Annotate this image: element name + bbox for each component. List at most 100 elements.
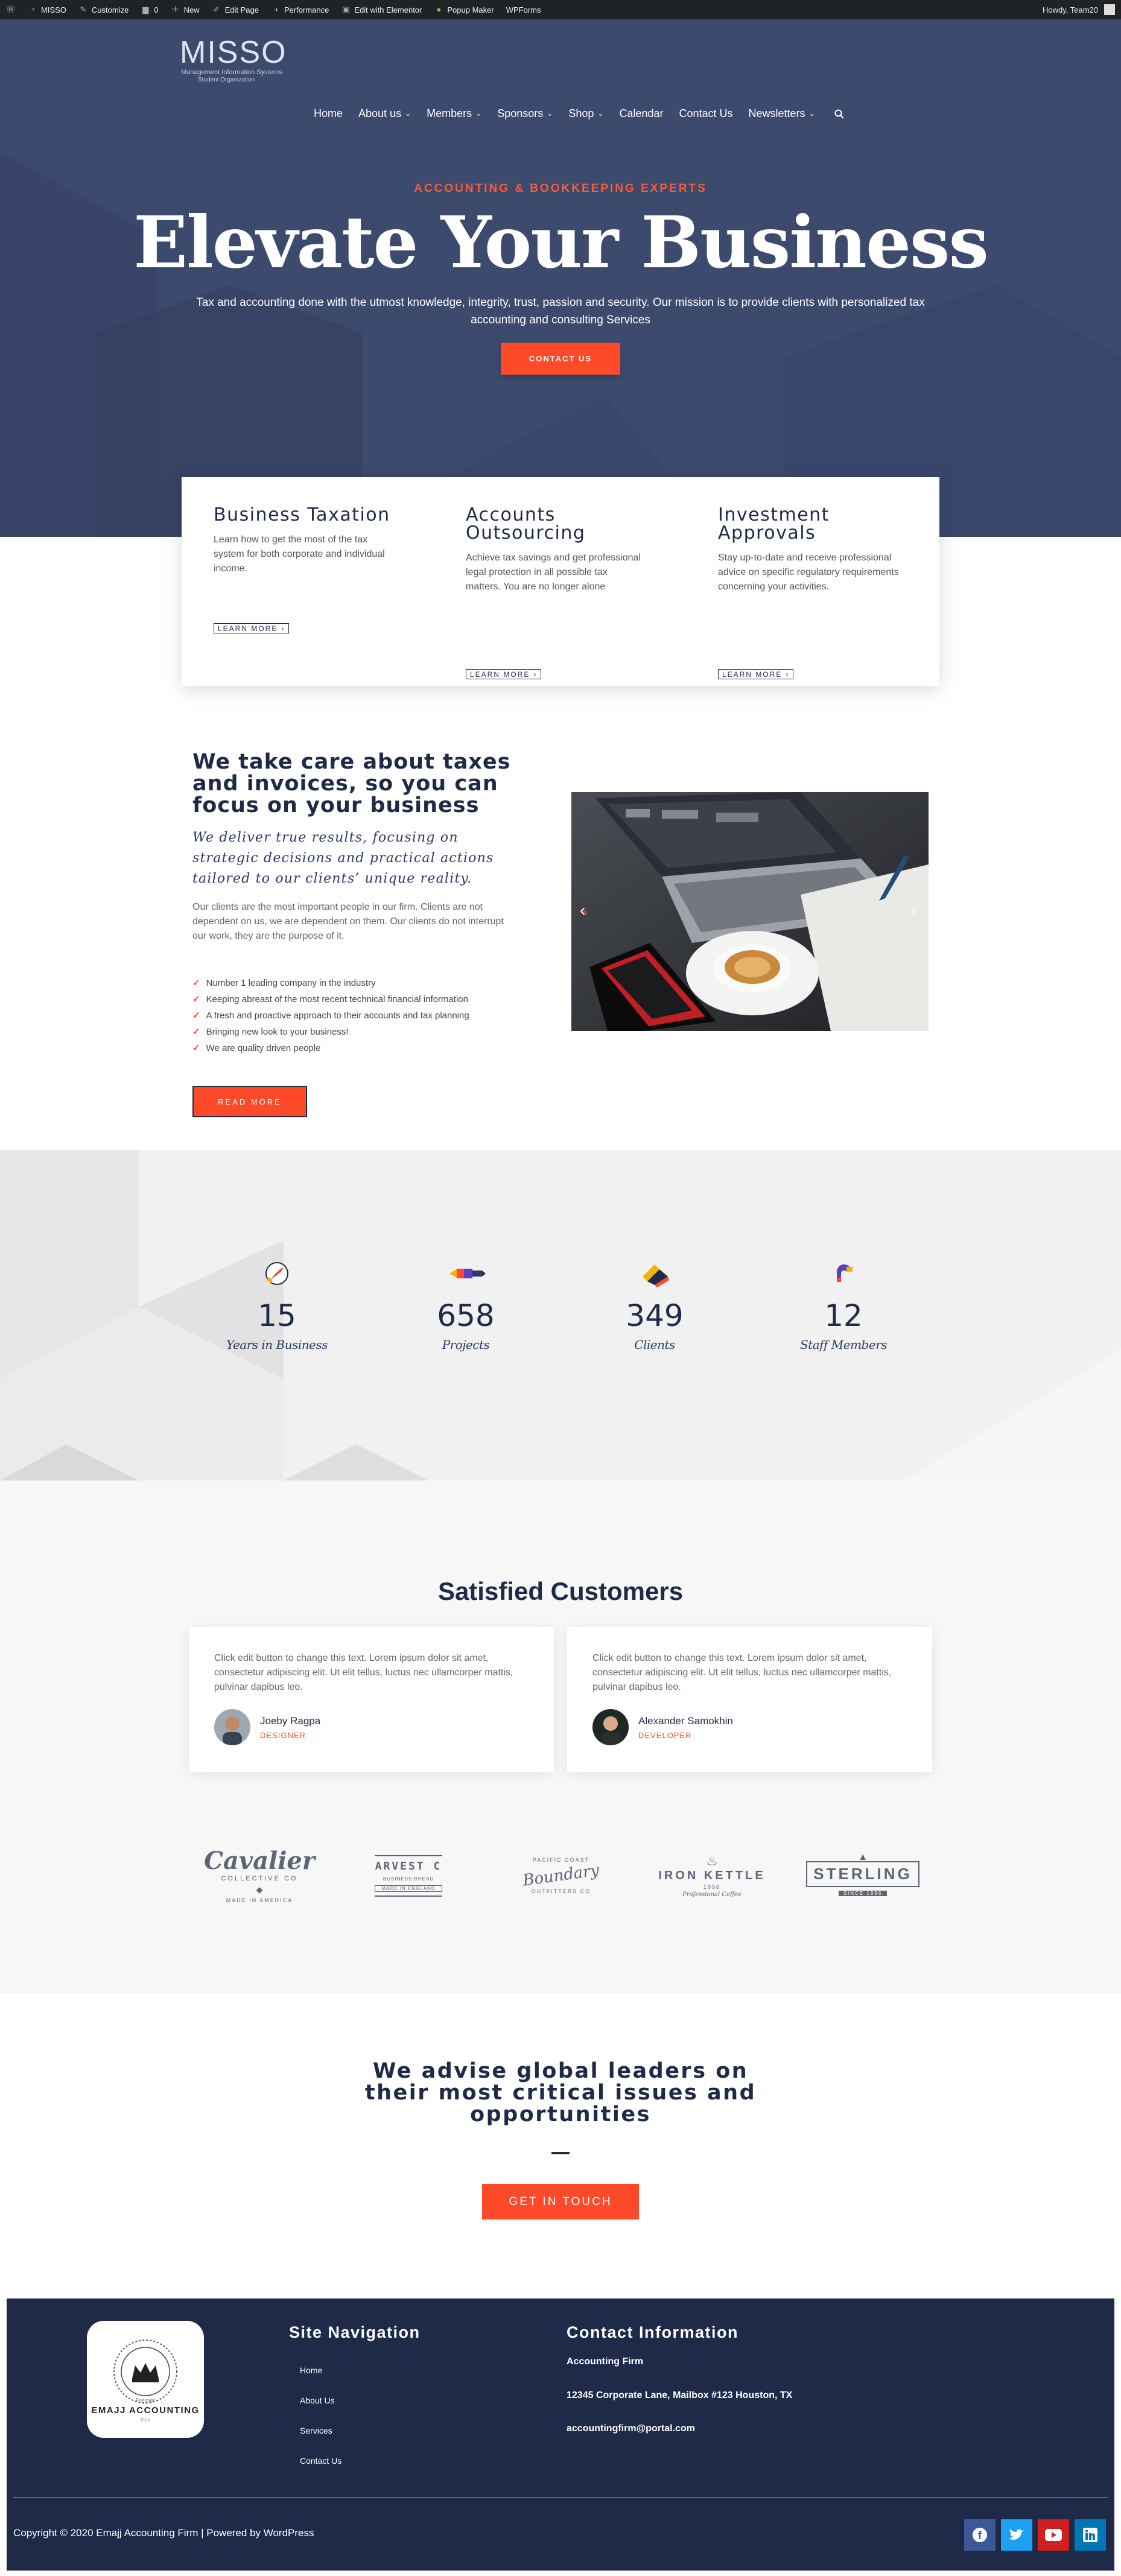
linkedin-icon bbox=[1083, 2528, 1097, 2542]
contact-us-button[interactable]: CONTACT US bbox=[501, 343, 620, 375]
site-footer: Premier EMAJJ ACCOUNTING Firm Site Navig… bbox=[7, 2298, 1114, 2571]
learn-more-link[interactable]: LEARN MORE › bbox=[718, 669, 794, 679]
testimonial-role: DESIGNER bbox=[260, 1731, 306, 1740]
copyright-text: Copyright © 2020 Emajj Accounting Firm |… bbox=[13, 2527, 314, 2539]
youtube-button[interactable] bbox=[1038, 2519, 1069, 2551]
check-icon: ✓ bbox=[192, 994, 200, 1004]
linkedin-button[interactable] bbox=[1075, 2519, 1106, 2551]
footer-link-contact[interactable]: Contact Us bbox=[300, 2456, 341, 2466]
compass-icon bbox=[265, 1262, 288, 1285]
nav-sponsors[interactable]: Sponsors ⌄ bbox=[497, 107, 553, 120]
nav-about-us[interactable]: About us ⌄ bbox=[358, 107, 411, 120]
carousel-prev-arrow[interactable]: ‹ bbox=[580, 901, 585, 920]
testimonial-name: Joeby Ragpa bbox=[260, 1715, 321, 1727]
wpforms-link[interactable]: WPForms bbox=[500, 0, 547, 19]
my-account-link[interactable]: Howdy, Team20 bbox=[1037, 0, 1121, 19]
elementor-icon: ▣ bbox=[342, 5, 350, 14]
contact-address: 12345 Corporate Lane, Mailbox #123 Houst… bbox=[567, 2390, 793, 2400]
youtube-icon bbox=[1045, 2529, 1062, 2541]
avatar bbox=[214, 1709, 250, 1745]
nav-calendar[interactable]: Calendar bbox=[619, 107, 663, 120]
search-icon bbox=[834, 109, 844, 119]
testimonial-text: Click edit button to change this text. L… bbox=[214, 1653, 513, 1692]
new-content-link[interactable]: ＋ New bbox=[165, 0, 206, 19]
stat-number: 349 bbox=[626, 1298, 684, 1333]
nav-newsletters[interactable]: Newsletters ⌄ bbox=[749, 107, 815, 120]
testimonial-card: Click edit button to change this text. L… bbox=[567, 1627, 932, 1772]
elementor-link[interactable]: ▣ Edit with Elementor bbox=[335, 0, 428, 19]
divider bbox=[551, 2152, 570, 2154]
contact-company: Accounting Firm bbox=[567, 2356, 644, 2367]
learn-more-link[interactable]: LEARN MORE › bbox=[214, 623, 290, 633]
twitter-icon bbox=[1009, 2529, 1024, 2540]
cta-heading: We advise global leaders on their most c… bbox=[364, 2059, 757, 2127]
nav-home[interactable]: Home bbox=[314, 107, 343, 120]
nav-members[interactable]: Members ⌄ bbox=[427, 107, 481, 120]
site-logo[interactable]: MISSO Management Information Systems Stu… bbox=[180, 36, 287, 84]
facebook-button[interactable]: f bbox=[964, 2519, 996, 2551]
footer-link-services[interactable]: Services bbox=[300, 2426, 332, 2435]
site-name-link[interactable]: ◔ MISSO bbox=[22, 0, 72, 19]
chevron-down-icon: ⌄ bbox=[405, 109, 411, 118]
stat-projects: 658 Projects bbox=[405, 1258, 526, 1352]
stat-number: 658 bbox=[437, 1298, 495, 1333]
stat-number: 15 bbox=[258, 1298, 296, 1333]
testimonials-section: Satisfied Customers Click edit button to… bbox=[0, 1480, 1121, 1993]
read-more-button[interactable]: READ MORE bbox=[192, 1086, 307, 1117]
image-carousel: ‹ › bbox=[571, 792, 929, 1031]
brand-logo-harvest: ARVEST C BUSINESS BREAD MADE IN ENGLAND bbox=[369, 1836, 448, 1915]
brush-icon: ✎ bbox=[80, 5, 87, 14]
stat-years: 15 Years in Business bbox=[217, 1258, 337, 1352]
check-icon: ✓ bbox=[192, 1043, 200, 1053]
footer-link-about[interactable]: About Us bbox=[300, 2396, 335, 2405]
pencil-icon: ✐ bbox=[213, 5, 220, 14]
popup-icon: ● bbox=[436, 5, 442, 14]
chevron-down-icon: ⌄ bbox=[475, 109, 482, 118]
brand-logo-iron-kettle: ♨ IRON KETTLE 1996 Professional Coffee bbox=[658, 1853, 766, 1898]
get-in-touch-button[interactable]: GET IN TOUCH bbox=[482, 2184, 639, 2219]
service-text: Learn how to get the most of the tax sys… bbox=[214, 535, 385, 574]
mountain-icon: ▲ bbox=[858, 1851, 868, 1862]
chevron-down-icon: ⌄ bbox=[597, 109, 604, 118]
twitter-button[interactable] bbox=[1001, 2519, 1032, 2551]
list-item: ✓ Number 1 leading company in the industr… bbox=[192, 975, 469, 991]
testimonial-name: Alexander Samokhin bbox=[638, 1715, 733, 1727]
customize-link[interactable]: ✎ Customize bbox=[72, 0, 135, 19]
hero-section: MISSO Management Information Systems Stu… bbox=[0, 19, 1121, 537]
comments-link[interactable]: ▆ 0 bbox=[135, 0, 164, 19]
stat-staff: 12 Staff Members bbox=[783, 1258, 904, 1352]
check-icon: ✓ bbox=[192, 978, 200, 988]
contact-email[interactable]: accountingfirm@portal.com bbox=[567, 2423, 695, 2434]
service-title: Investment Approvals bbox=[718, 504, 830, 544]
footer-link-home[interactable]: Home bbox=[300, 2365, 322, 2375]
service-text: Achieve tax savings and get professional… bbox=[466, 553, 641, 592]
nav-contact-us[interactable]: Contact Us bbox=[679, 107, 732, 120]
feature-list: ✓ Number 1 leading company in the industr… bbox=[192, 975, 469, 1056]
wordpress-menu[interactable]: Ⓦ bbox=[0, 0, 22, 19]
edit-page-link[interactable]: ✐ Edit Page bbox=[206, 0, 265, 19]
performance-link[interactable]: ◑ Performance bbox=[265, 0, 335, 19]
about-heading: We take care about taxes and invoices, s… bbox=[192, 750, 511, 817]
wp-admin-bar: Ⓦ ◔ MISSO ✎ Customize ▆ 0 ＋ New ✐ Edit Page ◑… bbox=[0, 0, 1121, 19]
stat-label: Projects bbox=[442, 1337, 490, 1352]
popup-maker-link[interactable]: ● Popup Maker bbox=[428, 0, 500, 19]
facebook-icon: f bbox=[973, 2528, 987, 2542]
learn-more-link[interactable]: LEARN MORE › bbox=[466, 669, 542, 679]
comment-icon: ▆ bbox=[142, 5, 149, 14]
testimonial-text: Click edit button to change this text. L… bbox=[592, 1653, 892, 1692]
carousel-next-arrow[interactable]: › bbox=[910, 901, 916, 920]
testimonial-role: DEVELOPER bbox=[638, 1731, 692, 1740]
search-button[interactable] bbox=[834, 109, 844, 119]
list-item: ✓ A fresh and proactive approach to their… bbox=[192, 1007, 469, 1024]
svg-text:f: f bbox=[978, 2530, 982, 2542]
plus-icon: ＋ bbox=[171, 5, 180, 14]
list-item: ✓ We are quality driven people bbox=[192, 1040, 469, 1056]
list-item: ✓ Bringing new look to your business! bbox=[192, 1024, 469, 1040]
nav-shop[interactable]: Shop ⌄ bbox=[568, 107, 603, 120]
testimonial-card: Click edit button to change this text. L… bbox=[189, 1627, 554, 1772]
brand-logo-boundary: PACIFIC COAST Boundary OUTFITTERS CO bbox=[521, 1857, 601, 1894]
wordpress-icon: Ⓦ bbox=[7, 5, 15, 14]
chevron-down-icon: ⌄ bbox=[808, 109, 815, 118]
footer-logo[interactable]: Premier EMAJJ ACCOUNTING Firm bbox=[87, 2321, 204, 2438]
service-text: Stay up-to-date and receive professional… bbox=[718, 553, 899, 592]
